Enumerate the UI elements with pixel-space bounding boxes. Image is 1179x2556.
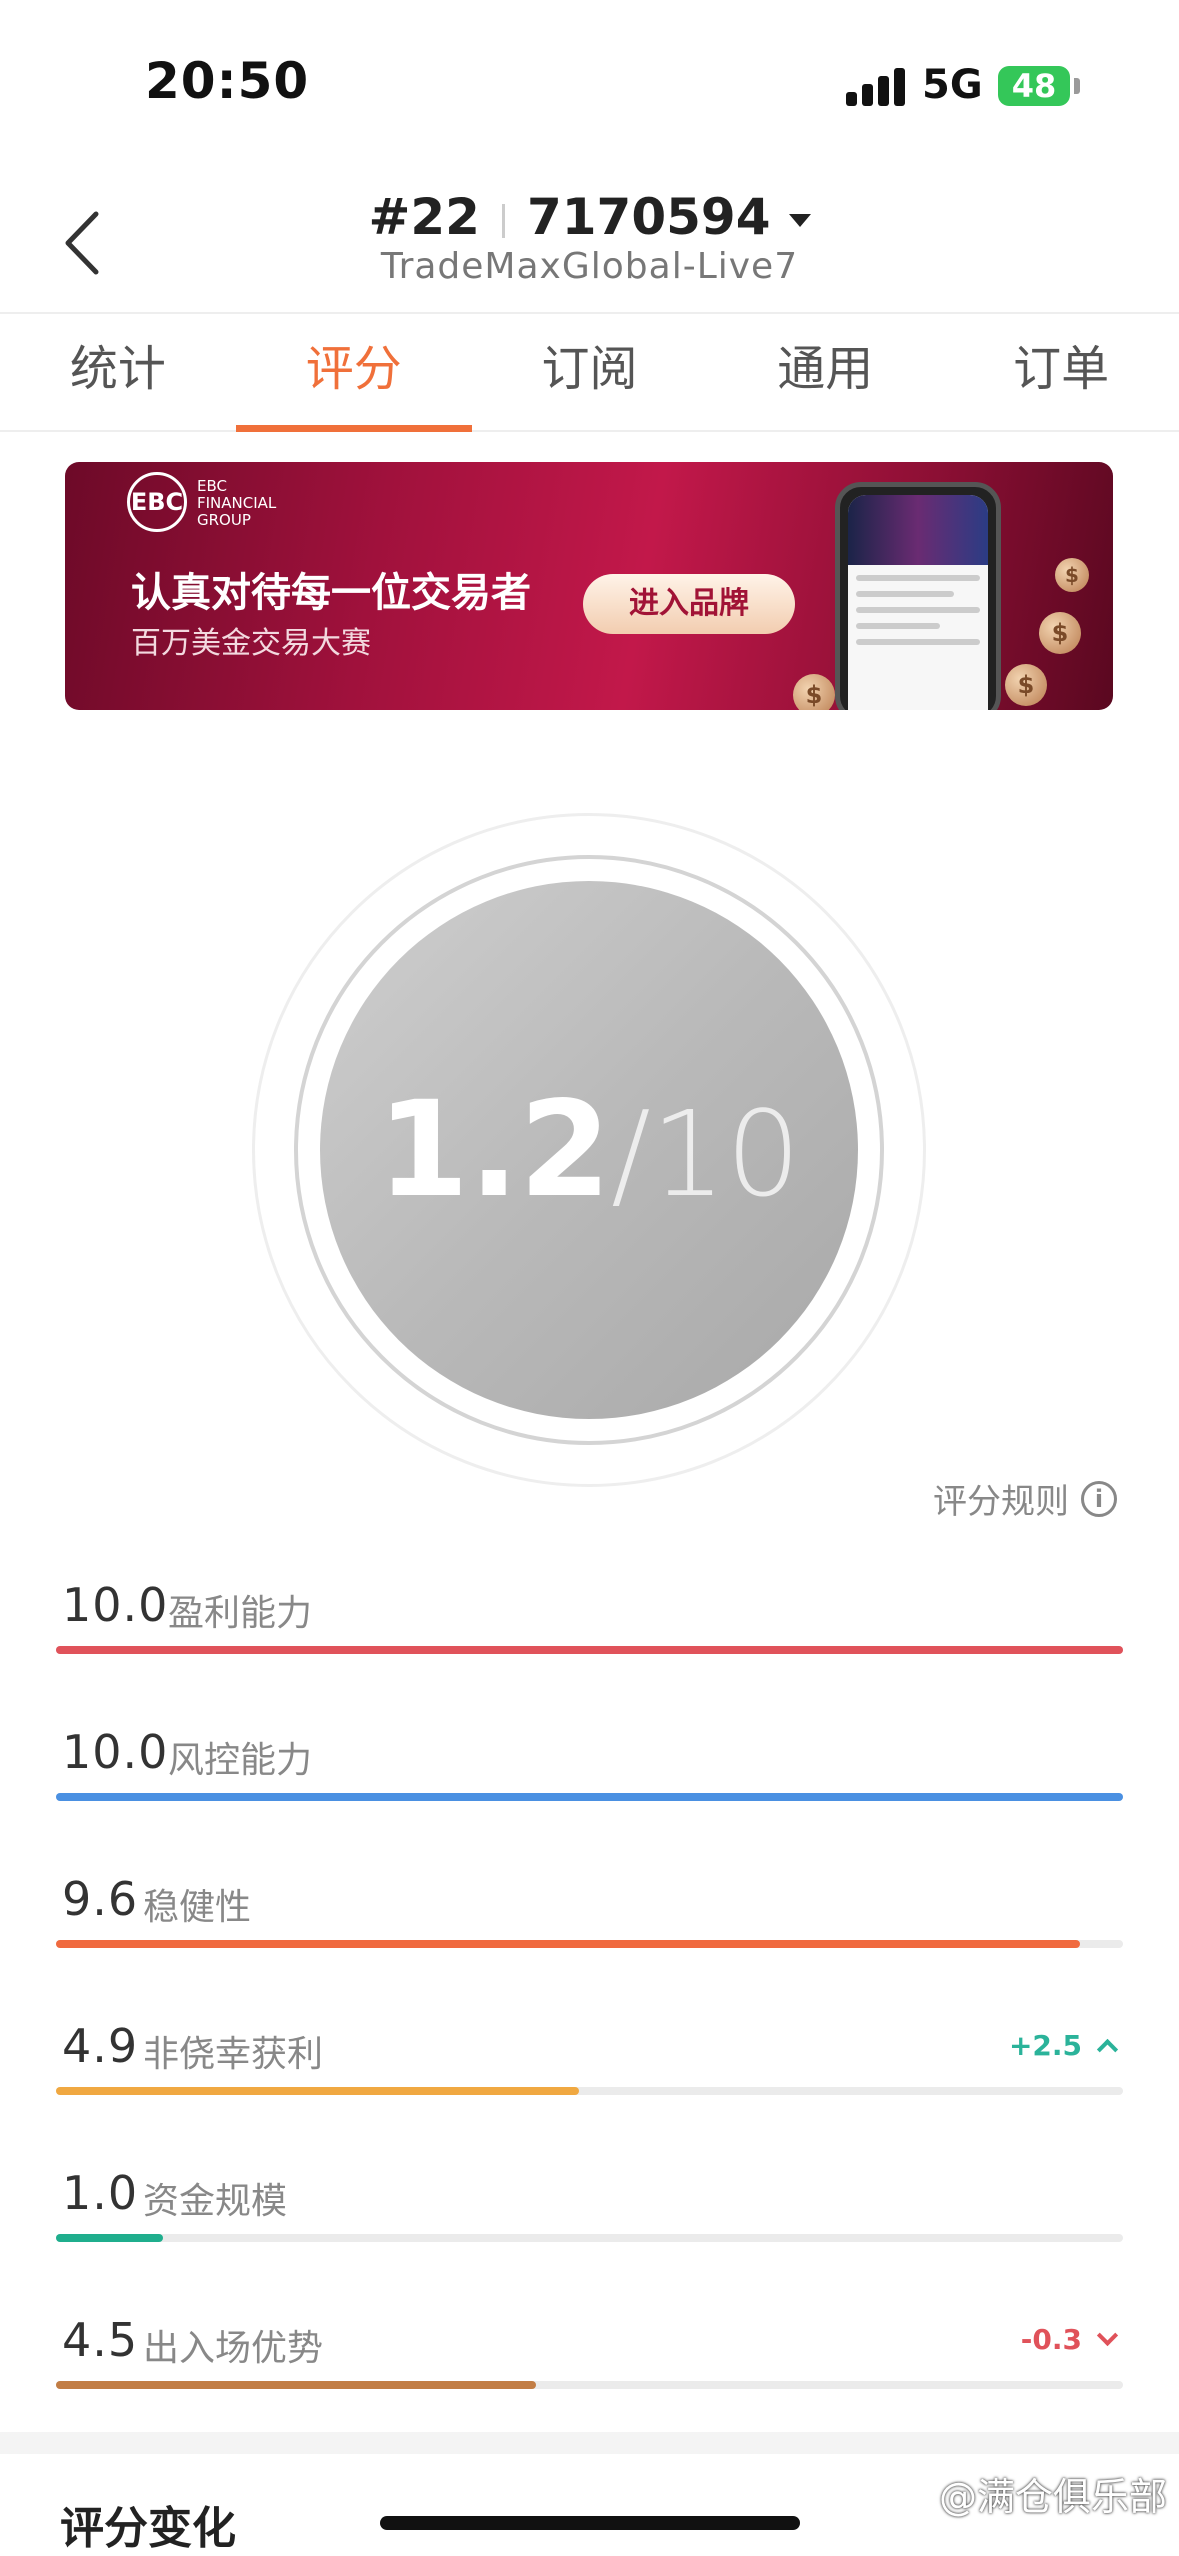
metric-change: +2.5	[1008, 2029, 1119, 2062]
metric-bar-fill	[56, 1940, 1081, 1948]
tab-subscribe[interactable]: 订阅	[472, 314, 708, 430]
metric-value: 10.0	[62, 1578, 169, 1632]
metric-bar-track	[56, 1793, 1123, 1801]
coin-icon: $	[1005, 664, 1047, 706]
metric-row: 1.0 资金规模	[56, 2150, 1123, 2260]
metric-row: 4.9 非侥幸获利 +2.5	[56, 2003, 1123, 2113]
metric-row: 10.0 风控能力	[56, 1709, 1123, 1819]
metric-value: 10.0	[62, 1725, 169, 1779]
metric-label: 资金规模	[143, 2181, 288, 2222]
ebc-logo-icon: EBC	[127, 472, 187, 532]
account-number: 7170594	[526, 188, 771, 246]
promo-banner[interactable]: EBC EBC FINANCIAL GROUP 认真对待每一位交易者 百万美金交…	[65, 462, 1113, 710]
tab-rating[interactable]: 评分	[235, 314, 472, 432]
caret-down-icon	[788, 214, 811, 227]
metric-bar-fill	[56, 2381, 537, 2389]
metric-row: 10.0 盈利能力	[56, 1562, 1123, 1672]
metric-bar-track	[56, 1940, 1123, 1948]
metric-row: 4.5 出入场优势 -0.3	[56, 2297, 1123, 2407]
chevron-down-icon	[1096, 2324, 1119, 2347]
rating-change-title: 评分变化	[60, 2503, 236, 2554]
tab-general[interactable]: 通用	[707, 314, 943, 430]
status-bar: 20:50 5G 48	[0, 0, 1179, 160]
score-gauge: 1.2/10	[252, 813, 926, 1487]
home-indicator	[380, 2516, 800, 2530]
coin-icon: $	[1039, 612, 1081, 654]
phone-illustration	[835, 482, 1001, 710]
battery-cap	[1074, 78, 1080, 94]
watermark: @满仓俱乐部	[938, 2475, 1167, 2519]
metric-bar-track	[56, 2381, 1123, 2389]
chevron-up-icon	[1096, 2038, 1119, 2061]
enter-brand-button[interactable]: 进入品牌	[583, 574, 795, 634]
server-name: TradeMaxGlobal-Live7	[380, 246, 799, 287]
status-time: 20:50	[145, 52, 310, 110]
rating-rules-link[interactable]: 评分规则 i	[933, 1474, 1117, 1523]
metric-bar-fill	[56, 1793, 1123, 1801]
metric-label: 非侥幸获利	[143, 2034, 324, 2075]
banner-headline: 认真对待每一位交易者	[131, 570, 531, 616]
signal-icon	[846, 66, 906, 106]
score-value: 1.2	[377, 1073, 611, 1227]
info-icon: i	[1081, 1480, 1117, 1517]
tab-statistics[interactable]: 统计	[0, 314, 236, 430]
section-divider	[0, 2432, 1179, 2454]
metric-label: 稳健性	[143, 1887, 252, 1928]
metric-value: 4.5	[62, 2313, 139, 2367]
metric-bar-fill	[56, 2234, 163, 2242]
rank-label: #22	[368, 188, 480, 246]
banner-subline: 百万美金交易大赛	[131, 626, 371, 661]
metric-bar-track	[56, 1646, 1123, 1654]
score-display: 1.2/10	[252, 813, 926, 1487]
score-max: /10	[610, 1085, 801, 1223]
metric-value: 4.9	[62, 2019, 139, 2073]
battery-icon: 48	[998, 66, 1070, 106]
header: #22 7170594 TradeMaxGlobal-Live7	[0, 160, 1179, 310]
metric-row: 9.6 稳健性	[56, 1856, 1123, 1966]
metric-label: 盈利能力	[168, 1593, 313, 1634]
ebc-logo-text: EBC FINANCIAL GROUP	[197, 477, 277, 529]
tab-bar: 统计 评分 订阅 通用 订单	[0, 312, 1179, 432]
metric-change: -0.3	[1020, 2323, 1119, 2356]
metric-change-value: +2.5	[1008, 2029, 1082, 2062]
network-label: 5G	[922, 62, 983, 108]
coin-icon: $	[793, 674, 835, 710]
tab-orders[interactable]: 订单	[943, 314, 1179, 430]
metric-bar-fill	[56, 2087, 579, 2095]
metric-label: 风控能力	[168, 1740, 313, 1781]
account-selector[interactable]: #22 7170594	[0, 188, 1179, 246]
metric-bar-track	[56, 2234, 1123, 2242]
coin-icon: $	[1055, 558, 1089, 592]
rating-rules-label: 评分规则	[933, 1482, 1069, 1522]
metric-bar-fill	[56, 1646, 1123, 1654]
metric-value: 9.6	[62, 1872, 139, 1926]
metric-label: 出入场优势	[143, 2328, 324, 2369]
metric-bar-track	[56, 2087, 1123, 2095]
metric-value: 1.0	[62, 2166, 139, 2220]
title-separator	[501, 203, 505, 238]
metric-change-value: -0.3	[1020, 2323, 1082, 2356]
